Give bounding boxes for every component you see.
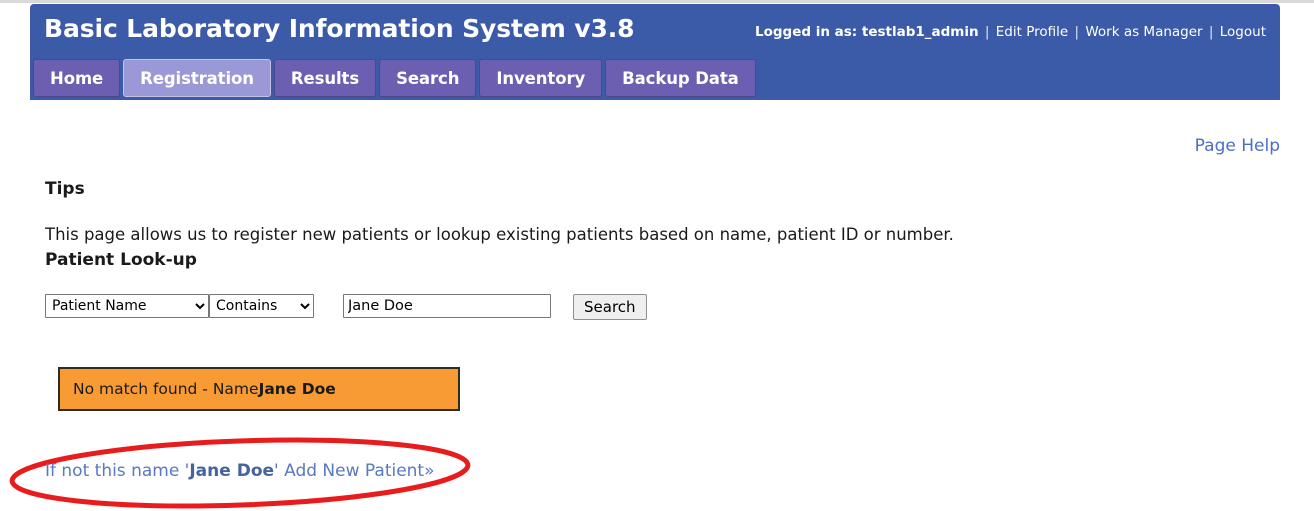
tab-inventory[interactable]: Inventory <box>479 59 603 97</box>
add-new-prefix: If not this name ' <box>45 461 190 481</box>
add-new-patient-link[interactable]: If not this name 'Jane Doe' Add New Pati… <box>45 461 435 481</box>
user-bar-separator-3: | <box>1208 24 1214 40</box>
no-match-alert-prefix: No match found - Name <box>73 380 259 398</box>
tips-heading: Tips <box>45 179 85 199</box>
no-match-alert-name: Jane Doe <box>258 380 336 398</box>
add-new-suffix: ' Add New Patient» <box>274 461 435 481</box>
search-field-select[interactable]: Patient Name <box>45 294 209 318</box>
tab-home[interactable]: Home <box>33 59 121 97</box>
patient-lookup-heading: Patient Look-up <box>45 250 197 270</box>
tab-backup-data[interactable]: Backup Data <box>605 59 756 97</box>
tab-results[interactable]: Results <box>273 59 377 97</box>
logged-in-label: Logged in as: testlab1_admin <box>754 24 979 40</box>
user-bar-separator-1: | <box>984 24 990 40</box>
search-button[interactable]: Search <box>573 294 647 320</box>
tab-registration[interactable]: Registration <box>123 59 271 97</box>
search-operator-select[interactable]: Contains <box>209 294 314 318</box>
page-top-rule <box>0 0 1314 3</box>
main-navigation: Home Registration Results Search Invento… <box>33 59 756 97</box>
edit-profile-link[interactable]: Edit Profile <box>996 24 1068 40</box>
search-term-input[interactable] <box>343 294 551 318</box>
page-help-row: Page Help <box>1195 136 1280 156</box>
tab-search[interactable]: Search <box>379 59 477 97</box>
app-header: Basic Laboratory Information System v3.8… <box>30 4 1280 100</box>
work-as-manager-link[interactable]: Work as Manager <box>1085 24 1202 40</box>
page-help-link[interactable]: Page Help <box>1195 136 1280 156</box>
tips-description: This page allows us to register new pati… <box>45 225 954 244</box>
user-session-bar: Logged in as: testlab1_admin | Edit Prof… <box>755 24 1266 40</box>
app-title: Basic Laboratory Information System v3.8 <box>44 14 635 43</box>
no-match-alert: No match found - Name Jane Doe <box>58 367 460 411</box>
logout-link[interactable]: Logout <box>1220 24 1266 40</box>
patient-lookup-form: Patient Name Contains Search <box>45 294 647 320</box>
user-bar-separator-2: | <box>1074 24 1080 40</box>
add-new-patient-name: Jane Doe <box>189 461 275 481</box>
add-new-patient-area: If not this name 'Jane Doe' Add New Pati… <box>0 435 520 511</box>
